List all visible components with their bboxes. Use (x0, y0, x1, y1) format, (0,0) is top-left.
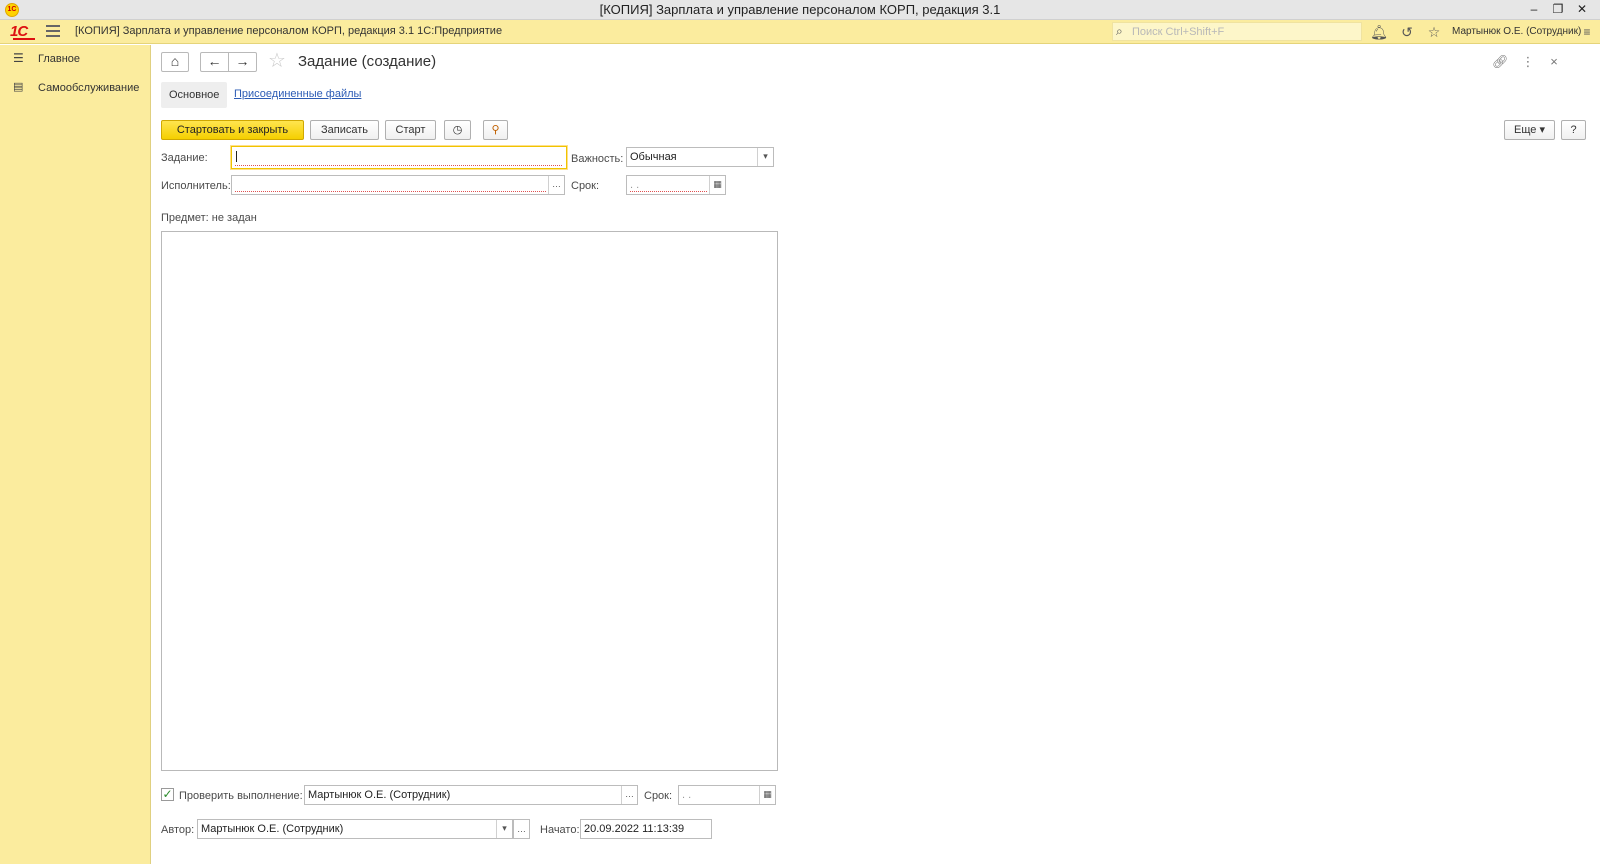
help-button[interactable]: ? (1561, 120, 1586, 140)
task-input[interactable] (231, 146, 567, 169)
sidebar: ☰ Главное ▤ Самообслуживание (0, 45, 151, 864)
required-mark (235, 165, 562, 166)
ellipsis-icon: … (517, 824, 526, 834)
required-mark (235, 191, 546, 192)
arrow-right-icon: → (235, 53, 250, 69)
menu-icon: ☰ (13, 51, 24, 65)
search-icon: ⌕ (1116, 24, 1123, 38)
history-icon[interactable]: ↺ (1398, 23, 1416, 41)
check-deadline-value: . . (682, 789, 692, 801)
favorite-star-icon[interactable]: ☆ (268, 51, 286, 71)
logo-underline (13, 38, 35, 40)
checker-input[interactable]: Мартынюк О.Е. (Сотрудник) … (304, 785, 638, 805)
more-vertical-icon[interactable]: ⋮ (1520, 54, 1536, 70)
structure-button[interactable]: ⚲ (483, 120, 508, 140)
settings-menu-icon[interactable]: ≡ (1578, 23, 1596, 41)
forward-button[interactable]: → (228, 52, 257, 72)
performer-label: Исполнитель: (161, 180, 231, 192)
description-textarea[interactable] (161, 231, 778, 771)
check-execution-label[interactable]: Проверить выполнение: (179, 790, 303, 802)
task-label: Задание: (161, 152, 208, 164)
sidebar-item-main[interactable]: ☰ Главное (0, 46, 151, 72)
calendar-icon[interactable]: ▦ (759, 786, 775, 804)
deadline-label: Срок: (571, 180, 600, 192)
performer-input[interactable]: … (231, 175, 565, 195)
search-placeholder: Поиск Ctrl+Shift+F (1132, 26, 1225, 38)
sidebar-item-self-service[interactable]: ▤ Самообслуживание (0, 75, 151, 101)
author-select[interactable]: Мартынюк О.Е. (Сотрудник) ▾ (197, 819, 513, 839)
start-button[interactable]: Старт (385, 120, 436, 140)
search-input[interactable]: ⌕ Поиск Ctrl+Shift+F (1112, 22, 1362, 41)
minimize-button[interactable]: – (1522, 1, 1546, 19)
tab-attached-files[interactable]: Присоединенные файлы (234, 88, 361, 100)
user-name[interactable]: Мартынюк О.Е. (Сотрудник) (1452, 26, 1581, 37)
id-card-icon: ▤ (13, 81, 24, 93)
deadline-value: . . (630, 179, 640, 191)
arrow-left-icon: ← (207, 53, 222, 69)
link-icon[interactable]: 🔗︎ (1492, 54, 1509, 70)
save-button[interactable]: Записать (310, 120, 379, 140)
check-deadline-label: Срок: (644, 790, 673, 802)
sidebar-item-label: Самообслуживание (38, 82, 140, 94)
page-title: Задание (создание) (298, 53, 437, 70)
sidebar-item-label: Главное (38, 53, 81, 65)
importance-label: Важность: (571, 153, 624, 165)
required-mark (630, 191, 707, 192)
started-label: Начато: (540, 824, 580, 836)
bell-icon[interactable]: 🔔︎ (1370, 23, 1388, 41)
subject-value[interactable]: не задан (212, 212, 257, 224)
deadline-input[interactable]: . . ▦ (626, 175, 726, 195)
importance-value: Обычная (630, 151, 677, 163)
back-button[interactable]: ← (200, 52, 229, 72)
started-input[interactable]: 20.09.2022 11:13:39 (580, 819, 712, 839)
select-performer-button[interactable]: … (548, 176, 564, 194)
close-window-button[interactable]: ✕ (1570, 1, 1594, 19)
clock-icon: ◷ (452, 124, 463, 136)
select-checker-button[interactable]: … (621, 786, 637, 804)
chevron-down-icon[interactable]: ▾ (496, 820, 512, 838)
text-caret (236, 151, 237, 162)
tab-main[interactable]: Основное (161, 82, 228, 108)
window-title: [КОПИЯ] Зарплата и управление персоналом… (599, 2, 1001, 17)
subject-label-text: Предмет: (161, 212, 209, 224)
home-button[interactable]: ⌂ (161, 52, 189, 72)
restore-button[interactable]: ❐ (1546, 1, 1570, 19)
calendar-icon[interactable]: ▦ (709, 176, 725, 194)
select-author-button[interactable]: … (513, 819, 530, 839)
start-and-close-button[interactable]: Стартовать и закрыть (161, 120, 304, 140)
more-label: Еще (1514, 124, 1537, 136)
checker-value: Мартынюк О.Е. (Сотрудник) (308, 789, 451, 801)
more-button[interactable]: Еще ▾ (1504, 120, 1555, 140)
hierarchy-icon: ⚲ (491, 124, 500, 136)
check-deadline-input[interactable]: . . ▦ (678, 785, 776, 805)
business-process-button[interactable]: ◷ (444, 120, 471, 140)
subject-label: Предмет: не задан (161, 212, 257, 224)
author-label: Автор: (161, 824, 195, 836)
close-form-icon[interactable]: × (1546, 54, 1562, 69)
author-value: Мартынюк О.Е. (Сотрудник) (201, 823, 344, 835)
window-title-bar: 1С [КОПИЯ] Зарплата и управление персона… (0, 0, 1600, 20)
check-execution-checkbox[interactable]: ✓ (161, 788, 174, 801)
form-area: ⌂ ← → ☆ Задание (создание) 🔗︎ ⋮ × Основн… (152, 45, 1600, 864)
app-header: 1С [КОПИЯ] Зарплата и управление персона… (0, 20, 1600, 44)
app-title: [КОПИЯ] Зарплата и управление персоналом… (75, 25, 503, 37)
started-value: 20.09.2022 11:13:39 (584, 823, 685, 835)
home-icon: ⌂ (170, 53, 180, 69)
importance-select[interactable]: Обычная ▾ (626, 147, 774, 167)
favorites-star-icon[interactable]: ☆ (1425, 23, 1443, 41)
main-menu-icon[interactable] (46, 25, 60, 37)
chevron-down-icon[interactable]: ▾ (757, 148, 773, 166)
